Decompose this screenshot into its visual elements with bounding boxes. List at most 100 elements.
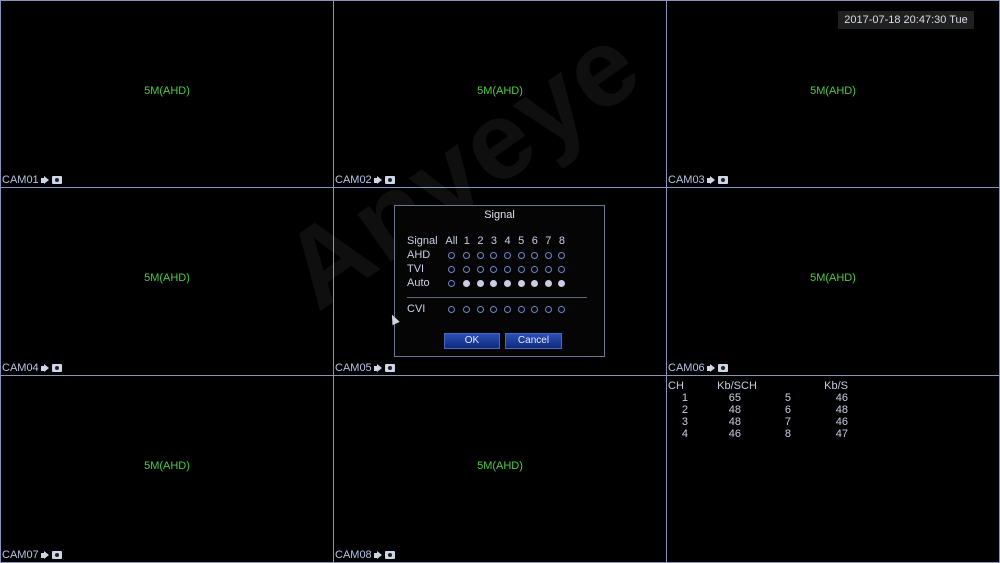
signal-row: Auto — [407, 276, 569, 290]
stats-cell: 65 — [728, 392, 741, 404]
channel-cell — [474, 251, 488, 259]
channel-radio[interactable] — [517, 279, 525, 287]
channel-radio[interactable] — [463, 265, 471, 273]
all-cell — [443, 265, 460, 273]
channel-cell — [542, 265, 556, 273]
channel-radio[interactable] — [490, 251, 498, 259]
channel-radio[interactable] — [531, 251, 539, 259]
channel-radio[interactable] — [558, 265, 566, 273]
resolution-label: 5M(AHD) — [810, 272, 856, 284]
channel-radio[interactable] — [504, 265, 512, 273]
signal-row: TVI — [407, 262, 569, 276]
channel-cell — [542, 251, 556, 259]
channel-radio[interactable] — [531, 305, 539, 313]
channel-cell — [460, 279, 474, 287]
channel-radio[interactable] — [558, 251, 566, 259]
audio-icon — [40, 364, 50, 373]
channel-radio[interactable] — [517, 251, 525, 259]
camera-label: CAM05 — [335, 362, 395, 374]
channel-radio[interactable] — [504, 279, 512, 287]
channel-radio[interactable] — [517, 305, 525, 313]
camera-tile[interactable]: 5M(AHD) CAM07 — [0, 375, 334, 563]
all-radio[interactable] — [448, 251, 455, 259]
stats-cell: 48 — [728, 404, 741, 416]
channel-radio[interactable] — [476, 251, 484, 259]
channel-radio[interactable] — [531, 265, 539, 273]
channel-radio[interactable] — [544, 305, 552, 313]
channel-radio[interactable] — [558, 279, 566, 287]
channel-radio[interactable] — [517, 265, 525, 273]
channel-radio[interactable] — [544, 279, 552, 287]
camera-tile[interactable]: 5M(AHD) CAM08 — [333, 375, 667, 563]
dialog-divider — [407, 297, 587, 298]
stats-cell: 3 — [681, 416, 688, 428]
all-radio[interactable] — [448, 265, 455, 273]
channel-cell — [555, 279, 569, 287]
camera-name: CAM03 — [668, 174, 705, 186]
camera-label: CAM06 — [668, 362, 728, 374]
stats-row: 2 48 6 48 — [668, 404, 848, 416]
channel-cell — [474, 265, 488, 273]
stats-row: 4 46 8 47 — [668, 428, 848, 440]
signal-type-label: TVI — [407, 263, 425, 275]
ok-button[interactable]: OK — [444, 333, 500, 349]
channel-cell — [501, 265, 515, 273]
camera-name: CAM07 — [2, 549, 39, 561]
channel-radio[interactable] — [490, 305, 498, 313]
all-radio[interactable] — [448, 305, 455, 313]
channel-radio[interactable] — [490, 265, 498, 273]
channel-radio[interactable] — [544, 251, 552, 259]
signal-type-label: Auto — [407, 277, 430, 289]
channel-radio[interactable] — [476, 305, 484, 313]
record-icon — [51, 176, 62, 184]
datetime-display: 2017-07-18 20:47:30 Tue — [838, 11, 974, 29]
bitrate-stats: CH Kb/S CH Kb/S 1 65 5 46 2 48 6 48 3 48… — [668, 380, 848, 440]
all-radio[interactable] — [448, 279, 455, 287]
resolution-label: 5M(AHD) — [144, 460, 190, 472]
signal-type-label: CVI — [407, 303, 426, 315]
channel-cell — [542, 305, 556, 313]
channel-cell — [528, 265, 542, 273]
channel-cell — [487, 251, 501, 259]
all-cell — [443, 305, 460, 313]
resolution-label: 5M(AHD) — [144, 272, 190, 284]
stats-cell: 46 — [728, 428, 741, 440]
camera-label: CAM01 — [2, 174, 62, 186]
camera-tile[interactable]: 5M(AHD) CAM06 — [666, 187, 1000, 376]
stats-cell: 2 — [681, 404, 688, 416]
channel-label: 4 — [504, 235, 511, 247]
channel-cell — [487, 305, 501, 313]
audio-icon — [373, 364, 383, 373]
channel-cell — [555, 265, 569, 273]
signal-row: AHD — [407, 248, 569, 262]
channel-cell — [542, 279, 556, 287]
camera-name: CAM05 — [335, 362, 372, 374]
stats-cell: 48 — [728, 416, 741, 428]
stats-header-kbs: Kb/S — [717, 380, 741, 392]
channel-radio[interactable] — [531, 279, 539, 287]
stats-cell: 7 — [784, 416, 791, 428]
channel-cell — [460, 265, 474, 273]
camera-label: CAM03 — [668, 174, 728, 186]
channel-cell — [514, 279, 528, 287]
channel-radio[interactable] — [463, 279, 471, 287]
stats-cell: 47 — [835, 428, 848, 440]
signal-row: CVI — [407, 302, 569, 316]
camera-tile[interactable]: 5M(AHD) CAM01 — [0, 0, 334, 188]
channel-radio[interactable] — [476, 279, 484, 287]
channel-cell — [555, 305, 569, 313]
stats-header-ch: CH — [668, 380, 684, 392]
channel-radio[interactable] — [504, 305, 512, 313]
signal-dialog: Signal Signal All 1 2 3 4 5 6 7 8 AHD TVI… — [394, 205, 605, 357]
channel-radio[interactable] — [558, 305, 566, 313]
stats-cell: 1 — [681, 392, 688, 404]
channel-radio[interactable] — [490, 279, 498, 287]
channel-radio[interactable] — [463, 305, 471, 313]
channel-cell — [460, 305, 474, 313]
channel-label: 3 — [490, 235, 498, 247]
channel-radio[interactable] — [463, 251, 471, 259]
channel-radio[interactable] — [476, 265, 484, 273]
channel-radio[interactable] — [544, 265, 552, 273]
cancel-button[interactable]: Cancel — [505, 333, 562, 349]
channel-radio[interactable] — [504, 251, 512, 259]
